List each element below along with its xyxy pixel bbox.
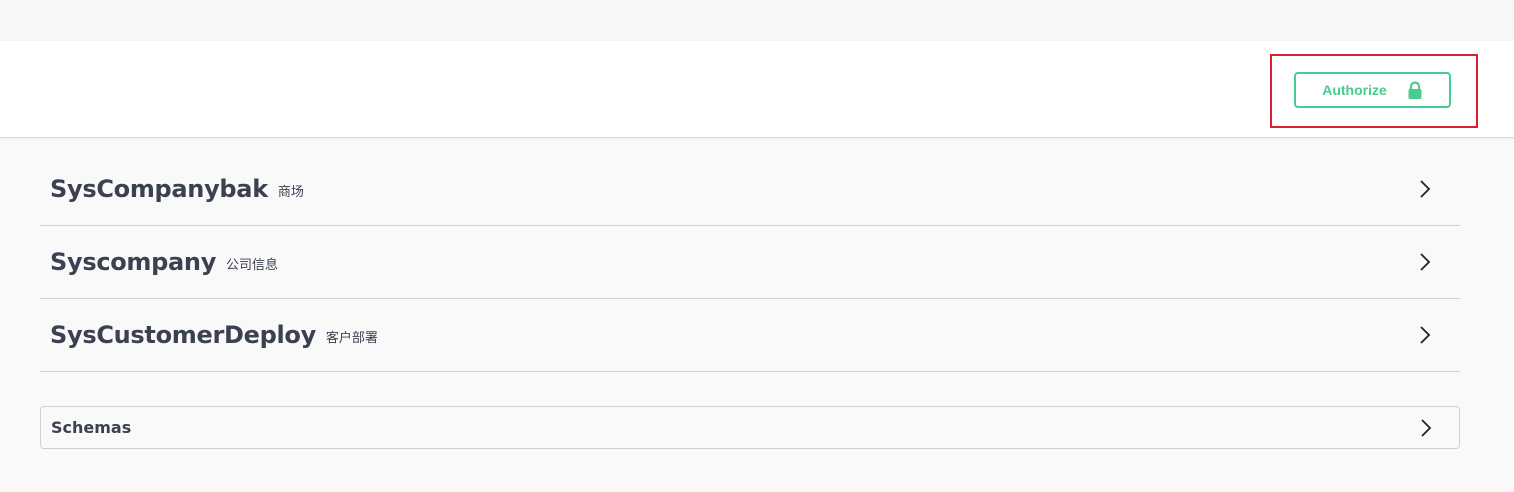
tag-sections: SysCompanybak 商场 Syscompany 公司信息 SysCust… bbox=[40, 153, 1460, 372]
scheme-container: Authorize bbox=[0, 41, 1514, 138]
lock-icon bbox=[1408, 80, 1422, 99]
chevron-right-icon[interactable] bbox=[1418, 325, 1432, 345]
top-strip bbox=[0, 0, 1514, 41]
tag-section-syscompanybak[interactable]: SysCompanybak 商场 bbox=[40, 153, 1460, 226]
tag-description: 客户部署 bbox=[325, 330, 378, 346]
chevron-right-icon[interactable] bbox=[1419, 418, 1433, 438]
schemas-title: Schemas bbox=[51, 418, 132, 437]
schemas-section[interactable]: Schemas bbox=[40, 406, 1460, 449]
authorize-button[interactable]: Authorize bbox=[1294, 72, 1451, 108]
tag-title: SysCompanybak bbox=[50, 175, 268, 203]
highlight-box: Authorize bbox=[1270, 54, 1478, 128]
tag-section-syscompany[interactable]: Syscompany 公司信息 bbox=[40, 226, 1460, 299]
tag-description: 商场 bbox=[277, 184, 304, 200]
chevron-right-icon[interactable] bbox=[1418, 252, 1432, 272]
authorize-label: Authorize bbox=[1322, 82, 1387, 98]
tag-section-syscustomerdeploy[interactable]: SysCustomerDeploy 客户部署 bbox=[40, 299, 1460, 372]
tag-description: 公司信息 bbox=[226, 257, 279, 273]
chevron-right-icon[interactable] bbox=[1418, 179, 1432, 199]
tag-title: Syscompany bbox=[50, 248, 217, 276]
tag-title: SysCustomerDeploy bbox=[50, 321, 316, 349]
